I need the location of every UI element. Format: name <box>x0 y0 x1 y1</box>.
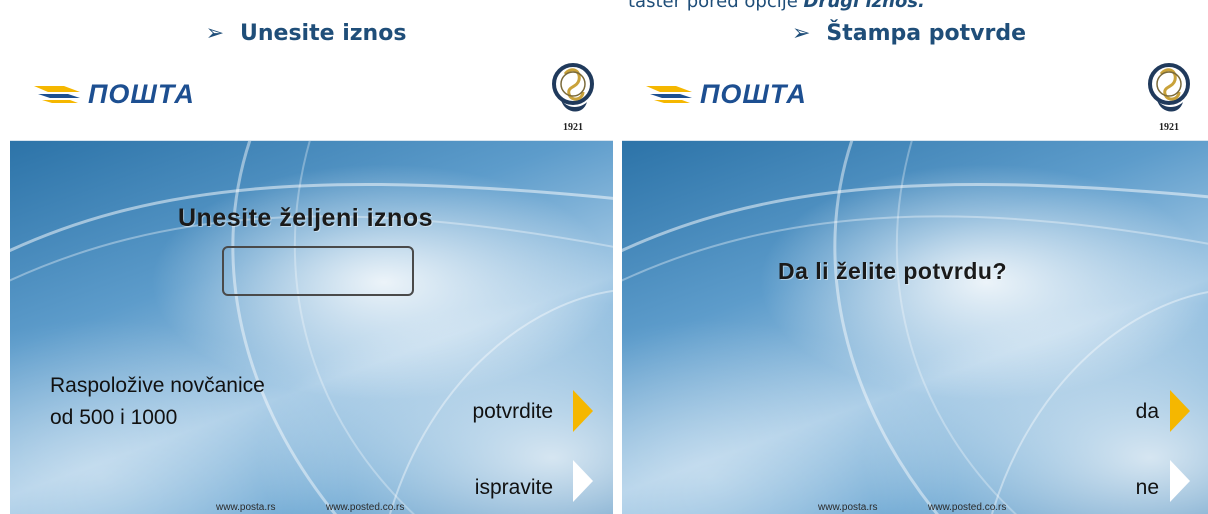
correct-option-label[interactable]: ispravite <box>475 476 553 500</box>
panel-title: Štampa potvrde <box>826 20 1027 46</box>
correct-arrow-icon[interactable] <box>573 460 593 502</box>
screen-background <box>622 140 1208 514</box>
prompt-heading: Unesite željeni iznos <box>178 204 434 232</box>
no-arrow-icon[interactable] <box>1170 460 1190 502</box>
footer-link-posted[interactable]: www.posted.co.rs <box>928 502 1006 513</box>
atm-screen-receipt-print: ПОШТА 1921 Da li želite potvrdu? da ne w… <box>622 54 1208 514</box>
panel-title: Unesite iznos <box>240 20 407 46</box>
screen-background <box>10 140 613 514</box>
available-notes-line2: od 500 i 1000 <box>50 406 178 429</box>
footer-link-posta[interactable]: www.posta.rs <box>216 502 275 513</box>
yes-option-label[interactable]: da <box>1136 400 1159 424</box>
confirm-option-label[interactable]: potvrdite <box>472 400 553 424</box>
arrowhead-bullet-icon: ➢ <box>791 20 811 46</box>
posta-logo: ПОШТА <box>34 76 195 112</box>
amount-input[interactable] <box>222 246 414 296</box>
footer-link-posted[interactable]: www.posted.co.rs <box>326 502 404 513</box>
posta-wings-icon <box>646 86 692 103</box>
crest-year: 1921 <box>1159 122 1179 133</box>
crest-1921-icon <box>552 63 594 112</box>
atm-screen-amount-entry: ПОШТА 1921 Unesite željeni iznos Raspolo… <box>10 54 613 514</box>
available-notes-line1: Raspoložive novčanice <box>50 374 265 397</box>
crest-1921-icon <box>1148 63 1190 112</box>
footer-link-posta[interactable]: www.posta.rs <box>818 502 877 513</box>
posta-wings-icon <box>34 86 80 103</box>
yes-arrow-icon[interactable] <box>1170 390 1190 432</box>
caption-prefix: taster pored opcije <box>628 0 804 12</box>
screen-header-bar: ПОШТА 1921 <box>10 54 613 141</box>
screen-header-bar: ПОШТА 1921 <box>622 54 1208 141</box>
posta-wordmark: ПОШТА <box>88 78 195 109</box>
panel-header-left: ➢ Unesite iznos <box>0 18 612 48</box>
posta-wordmark: ПОШТА <box>700 78 807 109</box>
arrowhead-bullet-icon: ➢ <box>205 20 225 46</box>
top-caption: taster pored opcije Drugi iznos. <box>628 0 925 12</box>
caption-emphasis: Drugi iznos. <box>803 0 925 12</box>
posta-logo: ПОШТА <box>646 76 807 112</box>
no-option-label[interactable]: ne <box>1136 476 1159 500</box>
panel-header-right: ➢ Štampa potvrde <box>610 18 1208 48</box>
crest-year: 1921 <box>563 122 583 133</box>
prompt-heading: Da li želite potvrdu? <box>778 258 1008 284</box>
confirm-arrow-icon[interactable] <box>573 390 593 432</box>
